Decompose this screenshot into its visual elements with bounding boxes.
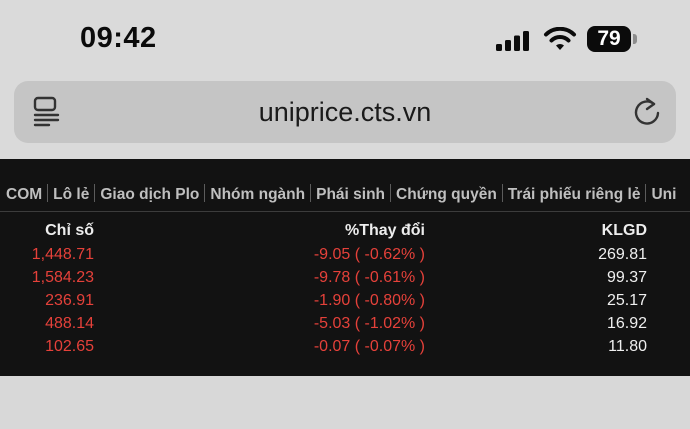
change-value: -9.78 ( -0.61% ) — [313, 269, 425, 286]
tab-com[interactable]: COM — [1, 186, 47, 204]
tab-giao-dich-plo[interactable]: Giao dịch Plo — [95, 186, 204, 204]
url-text[interactable]: uniprice.cts.vn — [14, 97, 676, 128]
page-background — [0, 376, 690, 429]
tab-chung-quyen[interactable]: Chứng quyền — [391, 186, 502, 204]
index-value: 102.65 — [45, 338, 94, 355]
column-header-volume: KLGD — [601, 222, 647, 239]
tab-trai-phieu-rieng-le[interactable]: Trái phiếu riêng lẻ — [503, 186, 646, 204]
column-header-change: %Thay đổi — [344, 222, 425, 239]
volume-value: 11.80 — [608, 338, 647, 355]
tabs-row: COM Lô lẻ Giao dịch Plo Nhóm ngành Phái sinh… — [1, 184, 681, 204]
tab-lo-le[interactable]: Lô lẻ — [48, 186, 94, 204]
change-value: -9.05 ( -0.62% ) — [313, 246, 425, 263]
address-bar[interactable]: uniprice.cts.vn — [14, 81, 676, 143]
column-header-index: Chỉ số — [45, 222, 94, 239]
index-value: 236.91 — [45, 292, 94, 309]
change-value: -5.03 ( -1.02% ) — [313, 315, 425, 332]
change-value: -1.90 ( -0.80% ) — [313, 292, 425, 309]
battery-indicator: 79 — [587, 26, 639, 54]
tab-uni[interactable]: Uni — [646, 186, 681, 204]
cellular-signal-icon — [496, 31, 529, 51]
volume-value: 25.17 — [606, 292, 647, 309]
reload-icon[interactable] — [632, 96, 662, 128]
volume-value: 269.81 — [598, 246, 647, 263]
wifi-icon — [544, 27, 576, 50]
volume-value: 99.37 — [606, 269, 647, 286]
status-bar: 09:42 79 — [0, 0, 690, 78]
market-tabs: COM Lô lẻ Giao dịch Plo Nhóm ngành Phái sinh… — [0, 159, 690, 212]
tab-nhom-nganh[interactable]: Nhóm ngành — [205, 186, 310, 204]
battery-tip — [633, 34, 637, 44]
tab-phai-sinh[interactable]: Phái sinh — [311, 186, 390, 204]
change-value: -0.07 ( -0.07% ) — [313, 338, 425, 355]
index-value: 1,584.23 — [31, 269, 94, 286]
clock: 09:42 — [80, 22, 157, 54]
index-value: 488.14 — [45, 315, 94, 332]
index-value: 1,448.71 — [31, 246, 94, 263]
volume-value: 16.92 — [606, 315, 647, 332]
battery-level: 79 — [597, 27, 621, 50]
market-panel: COM Lô lẻ Giao dịch Plo Nhóm ngành Phái sinh… — [0, 159, 690, 376]
